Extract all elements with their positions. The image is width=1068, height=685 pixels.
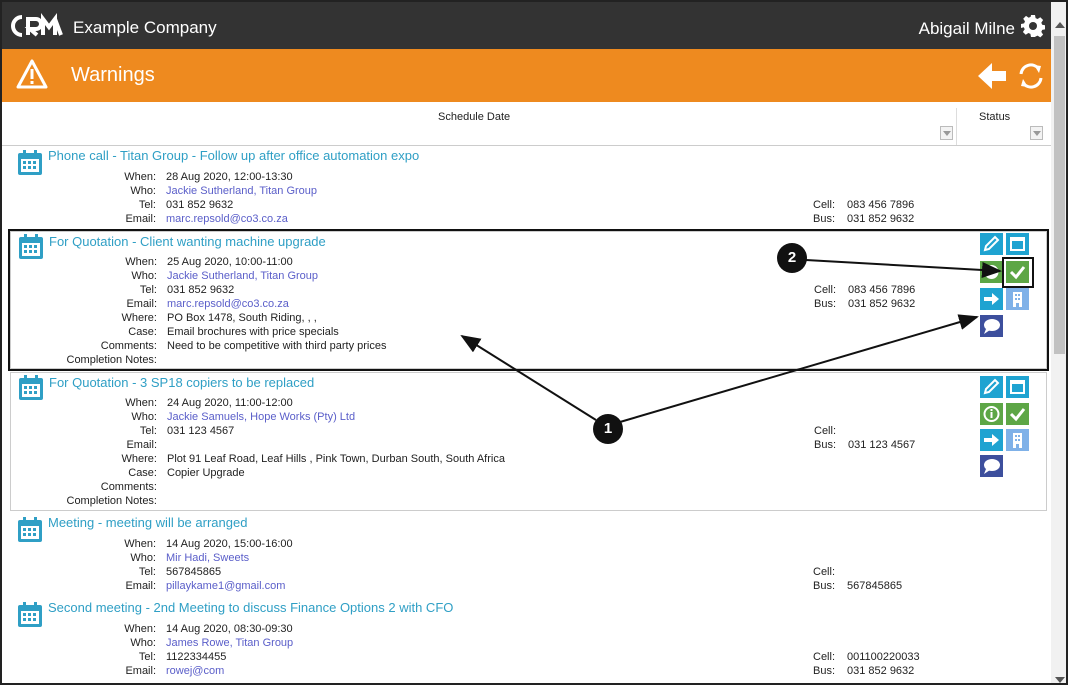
email-label: Email:	[125, 213, 156, 225]
callout-2: 2	[777, 243, 807, 273]
page-header: Warnings	[2, 49, 1051, 102]
bus-value: 031 852 9632	[847, 665, 915, 677]
cell-value: 001100220033	[847, 651, 920, 663]
bus-value: 031 852 9632	[847, 213, 915, 225]
task-item: For Quotation - 3 SP18 copiers to be rep…	[10, 372, 1047, 511]
email-label: Email:	[126, 439, 157, 451]
who-label: Who:	[130, 185, 156, 197]
email-label: Email:	[125, 665, 156, 677]
email-link[interactable]: rowej@com	[166, 664, 224, 678]
when-label: When:	[124, 171, 156, 183]
highlight-box-task	[8, 229, 1049, 371]
cell-label: Cell:	[813, 199, 836, 211]
bus-value: 567845865	[847, 580, 903, 592]
top-bar: Example Company Abigail Milne	[2, 2, 1051, 49]
task-title[interactable]: Phone call - Titan Group - Follow up aft…	[48, 148, 419, 163]
tel-label: Tel:	[138, 566, 156, 578]
highlight-box-complete	[1002, 257, 1034, 288]
where-label: Where:	[121, 453, 157, 465]
tel-value: 031 852 9632	[166, 199, 234, 211]
case-label: Case:	[128, 467, 157, 479]
column-schedule-date[interactable]: Schedule Date	[438, 111, 510, 123]
tel-value: 1122334455	[166, 651, 227, 663]
completion-notes-label: Completion Notes:	[66, 495, 158, 507]
who-label: Who:	[131, 411, 157, 423]
column-header: Schedule Date Status	[2, 102, 1051, 146]
user-name[interactable]: Abigail Milne	[919, 19, 1015, 39]
scroll-up-icon[interactable]	[1055, 22, 1065, 28]
email-link[interactable]: marc.repsold@co3.co.za	[166, 212, 288, 226]
schedule-icon[interactable]	[1006, 376, 1029, 398]
when-value: 14 Aug 2020, 08:30-09:30	[166, 623, 293, 635]
forward-icon[interactable]	[980, 429, 1003, 451]
column-divider	[956, 108, 957, 145]
when-value: 28 Aug 2020, 12:00-13:30	[166, 171, 293, 183]
who-link[interactable]: Jackie Sutherland, Titan Group	[166, 184, 317, 198]
email-link[interactable]: pillaykame1@gmail.com	[166, 579, 285, 593]
who-label: Who:	[130, 637, 156, 649]
bus-label: Bus:	[813, 580, 836, 592]
edit-icon[interactable]	[980, 376, 1003, 398]
warning-icon	[16, 59, 48, 89]
case-value: Copier Upgrade	[167, 467, 245, 479]
when-value: 24 Aug 2020, 11:00-12:00	[167, 397, 293, 409]
task-item: Phone call - Titan Group - Follow up aft…	[10, 148, 1047, 228]
refresh-icon[interactable]	[1017, 62, 1045, 90]
task-title[interactable]: Second meeting - 2nd Meeting to discuss …	[48, 600, 453, 615]
page-title: Warnings	[71, 64, 155, 86]
scrollbar[interactable]	[1051, 2, 1066, 683]
cell-label: Cell:	[813, 566, 836, 578]
bus-label: Bus:	[814, 439, 837, 451]
schedule-filter-icon[interactable]	[940, 126, 953, 140]
tel-label: Tel:	[139, 425, 157, 437]
complete-check-icon[interactable]	[1006, 403, 1029, 425]
building-icon[interactable]	[1006, 429, 1029, 451]
who-label: Who:	[130, 552, 156, 564]
cell-label: Cell:	[813, 651, 836, 663]
company-name: Example Company	[73, 18, 217, 37]
task-item: Meeting - meeting will be arranged When:…	[10, 515, 1047, 595]
comments-label: Comments:	[100, 481, 157, 493]
comment-icon[interactable]	[980, 455, 1003, 477]
where-value: Plot 91 Leaf Road, Leaf Hills , Pink Tow…	[167, 453, 505, 465]
when-label: When:	[124, 538, 156, 550]
when-label: When:	[124, 623, 156, 635]
who-link[interactable]: Mir Hadi, Sweets	[166, 551, 249, 565]
who-link[interactable]: Jackie Samuels, Hope Works (Pty) Ltd	[167, 410, 355, 424]
gear-icon[interactable]	[1021, 14, 1045, 38]
scroll-thumb[interactable]	[1054, 36, 1065, 354]
cell-value: 083 456 7896	[847, 199, 915, 211]
scroll-down-icon[interactable]	[1055, 677, 1065, 683]
bus-value: 031 123 4567	[848, 439, 916, 451]
who-link[interactable]: James Rowe, Titan Group	[166, 636, 293, 650]
bus-label: Bus:	[813, 665, 836, 677]
task-title[interactable]: For Quotation - 3 SP18 copiers to be rep…	[49, 375, 314, 390]
info-icon[interactable]	[980, 403, 1003, 425]
bus-label: Bus:	[813, 213, 836, 225]
tel-label: Tel:	[138, 199, 156, 211]
tel-value: 031 123 4567	[167, 425, 235, 437]
when-value: 14 Aug 2020, 15:00-16:00	[166, 538, 293, 550]
crm-logo-icon[interactable]	[10, 13, 64, 39]
tel-label: Tel:	[138, 651, 156, 663]
cell-label: Cell:	[814, 425, 837, 437]
task-title[interactable]: Meeting - meeting will be arranged	[48, 515, 247, 530]
tel-value: 567845865	[166, 566, 222, 578]
task-item: Second meeting - 2nd Meeting to discuss …	[10, 600, 1047, 680]
email-label: Email:	[125, 580, 156, 592]
app-window: Example Company Abigail Milne Warnings S…	[0, 0, 1068, 685]
when-label: When:	[125, 397, 157, 409]
column-status[interactable]: Status	[979, 111, 1010, 123]
callout-1: 1	[593, 414, 623, 444]
status-filter-icon[interactable]	[1030, 126, 1043, 140]
back-arrow-icon[interactable]	[976, 61, 1008, 91]
